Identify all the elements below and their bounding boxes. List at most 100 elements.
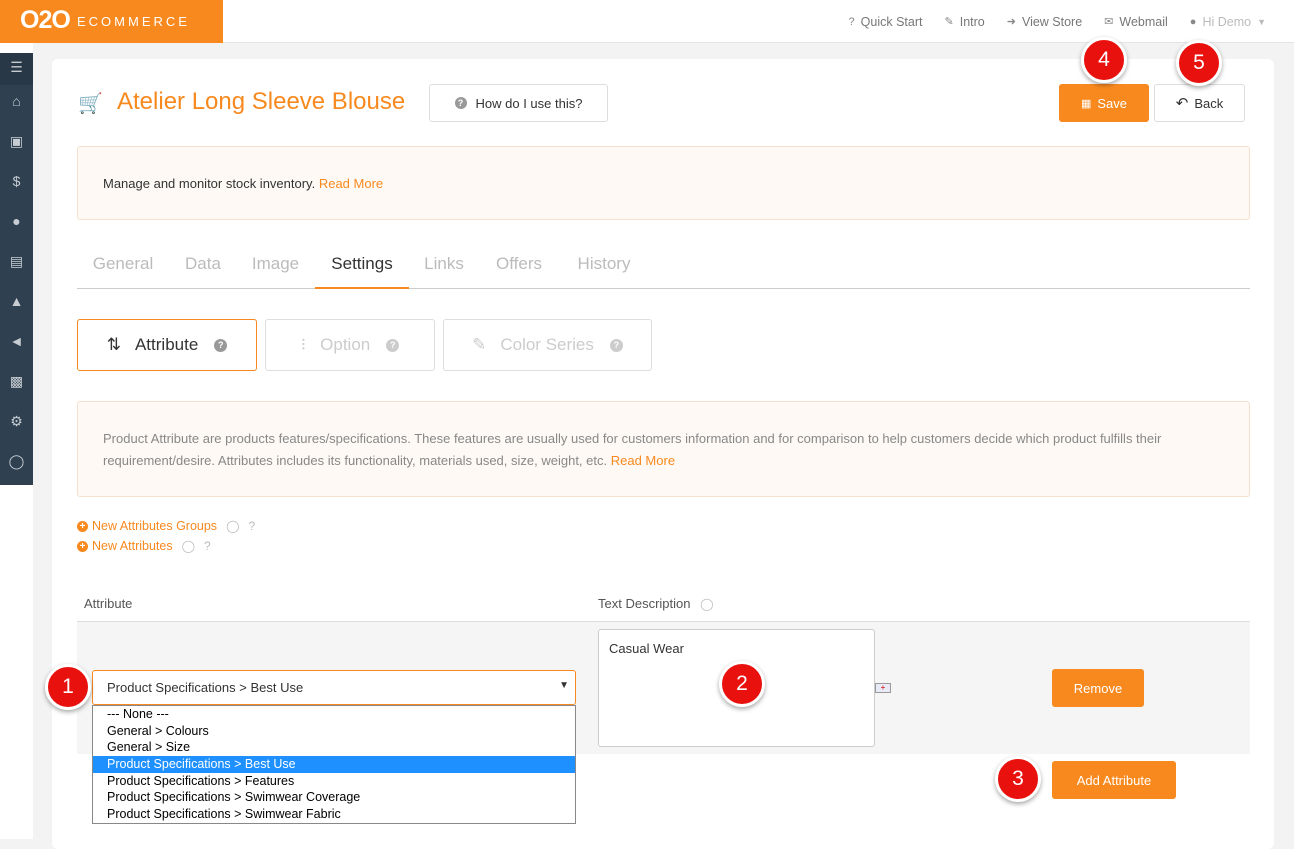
comment-icon[interactable]: ◯ bbox=[226, 519, 239, 533]
nav-label: View Store bbox=[1021, 14, 1083, 29]
attribute-select-value: Product Specifications > Best Use bbox=[107, 680, 304, 695]
dropdown-option[interactable]: General > Colours bbox=[93, 723, 575, 740]
tab-links[interactable]: Links bbox=[409, 242, 479, 289]
nav-quick-start[interactable]: ? Quick Start bbox=[849, 15, 923, 29]
tab-general[interactable]: General bbox=[77, 242, 169, 289]
user-menu[interactable]: ● Hi Demo ▼ bbox=[1190, 15, 1266, 29]
user-icon: ● bbox=[1189, 15, 1197, 28]
hamburger-icon: ☰ bbox=[10, 59, 23, 75]
read-more-link[interactable]: Read More bbox=[611, 453, 675, 468]
cogs-icon[interactable]: ⚙ bbox=[0, 413, 33, 430]
callout-badge-3: 3 bbox=[995, 756, 1041, 802]
question-circle-icon[interactable]: ? bbox=[386, 338, 400, 352]
cart-icon: 🛒 bbox=[78, 93, 103, 115]
sort-amount-icon: ⇅ bbox=[106, 335, 121, 354]
question-circle-icon[interactable]: ? bbox=[214, 338, 228, 352]
help-button-label: How do I use this? bbox=[475, 95, 583, 111]
nav-view-store[interactable]: ➜ View Store bbox=[1007, 15, 1082, 29]
column-header-label: Text Description bbox=[598, 596, 691, 611]
uk-flag-icon: + bbox=[875, 683, 891, 693]
comment-icon[interactable]: ◯ bbox=[182, 539, 195, 553]
cart-icon[interactable]: ▣ bbox=[0, 133, 33, 150]
question-circle-icon[interactable]: ? bbox=[609, 338, 623, 352]
save-icon: ▦ bbox=[1080, 97, 1092, 110]
question-circle-icon[interactable]: ? bbox=[204, 539, 211, 553]
callout-badge-4: 4 bbox=[1081, 37, 1127, 83]
nav-label: Quick Start bbox=[860, 14, 923, 29]
comment-icon[interactable]: ◯ bbox=[700, 597, 713, 611]
dropdown-option[interactable]: Product Specifications > Swimwear Fabric bbox=[93, 806, 575, 823]
logo-sub-text: ECOMMERCE bbox=[77, 14, 190, 29]
subtab-label: Color Series bbox=[500, 335, 594, 354]
nav-label: Intro bbox=[959, 14, 985, 29]
save-button-label: Save bbox=[1097, 95, 1128, 111]
logo-main-text: O2O bbox=[20, 6, 71, 34]
tab-settings[interactable]: Settings bbox=[315, 242, 409, 289]
user-label: Hi Demo bbox=[1202, 14, 1252, 29]
chevron-down-icon: ▼ bbox=[1257, 16, 1266, 27]
bullhorn-icon[interactable]: ◄ bbox=[0, 333, 33, 349]
dollar-icon[interactable]: $ bbox=[0, 173, 33, 189]
braille-icon: ⁝ bbox=[300, 335, 307, 354]
plus-circle-icon: + bbox=[77, 540, 88, 552]
tab-offers[interactable]: Offers bbox=[479, 242, 559, 289]
column-header-text-description: Text Description ◯ bbox=[598, 596, 714, 611]
help-button[interactable]: ? How do I use this? bbox=[429, 84, 608, 122]
dropdown-option[interactable]: Product Specifications > Features bbox=[93, 773, 575, 790]
page-title: Atelier Long Sleeve Blouse bbox=[117, 88, 406, 115]
question-icon: ? bbox=[848, 15, 855, 28]
dropdown-option[interactable]: Product Specifications > Swimwear Covera… bbox=[93, 789, 575, 806]
sign-in-icon: ➜ bbox=[1006, 16, 1016, 28]
book-icon[interactable]: ▤ bbox=[0, 253, 33, 270]
attribute-dropdown-list: --- None --- General > Colours General >… bbox=[92, 705, 576, 824]
attribute-info-box: Product Attribute are products features/… bbox=[77, 401, 1250, 497]
dropdown-option[interactable]: --- None --- bbox=[93, 706, 575, 723]
column-header-attribute: Attribute bbox=[84, 596, 133, 611]
new-attributes-groups-link[interactable]: + New Attributes Groups ◯ ? bbox=[77, 519, 255, 533]
new-attributes-label: New Attributes bbox=[92, 539, 173, 553]
nav-intro[interactable]: ✎ Intro bbox=[945, 15, 985, 29]
attribute-select[interactable]: Product Specifications > Best Use ▼ bbox=[92, 670, 576, 705]
nav-webmail[interactable]: ✉ Webmail bbox=[1104, 15, 1168, 29]
tab-history[interactable]: History bbox=[559, 242, 649, 289]
callout-badge-1: 1 bbox=[45, 664, 91, 710]
user-icon[interactable]: ● bbox=[0, 213, 33, 229]
product-tabs: General Data Image Settings Links Offers… bbox=[77, 242, 1250, 289]
dropdown-option[interactable]: General > Size bbox=[93, 739, 575, 756]
stock-info-text: Manage and monitor stock inventory. bbox=[103, 176, 316, 191]
subtab-color-series[interactable]: ✎ Color Series ? bbox=[443, 319, 652, 371]
reply-arrow-icon: ↶ bbox=[1175, 95, 1189, 112]
paint-brush-icon: ✎ bbox=[472, 335, 487, 354]
add-attribute-button[interactable]: Add Attribute bbox=[1052, 761, 1176, 799]
comment-icon[interactable]: ◯ bbox=[0, 453, 33, 470]
dropdown-option[interactable]: Product Specifications > Best Use bbox=[93, 756, 575, 773]
question-circle-icon[interactable]: ? bbox=[249, 519, 256, 533]
remove-button[interactable]: Remove bbox=[1052, 669, 1144, 707]
save-button[interactable]: ▦ Save bbox=[1059, 84, 1149, 122]
subtab-label: Option bbox=[320, 335, 371, 354]
subtab-option[interactable]: ⁝ Option ? bbox=[265, 319, 435, 371]
new-attributes-link[interactable]: + New Attributes ◯ ? bbox=[77, 539, 211, 553]
subtab-attribute[interactable]: ⇅ Attribute ? bbox=[77, 319, 257, 371]
subtab-label: Attribute bbox=[134, 335, 199, 354]
back-button[interactable]: ↶ Back bbox=[1154, 84, 1245, 122]
magic-wand-icon: ✎ bbox=[944, 16, 954, 28]
back-button-label: Back bbox=[1194, 95, 1224, 111]
chevron-down-icon: ▼ bbox=[559, 680, 569, 691]
top-nav: ? Quick Start ✎ Intro ➜ View Store ✉ Web… bbox=[827, 0, 1266, 43]
envelope-icon: ✉ bbox=[1104, 16, 1114, 28]
home-icon[interactable]: ⌂ bbox=[0, 93, 33, 109]
plus-circle-icon: + bbox=[77, 520, 88, 532]
tab-data[interactable]: Data bbox=[169, 242, 237, 289]
bar-chart-icon[interactable]: ▩ bbox=[0, 373, 33, 390]
sidebar: ☰ ⌂ ▣ $ ● ▤ ▲ ◄ ▩ ⚙ ◯ bbox=[0, 43, 33, 839]
nav-label: Webmail bbox=[1119, 14, 1168, 29]
stock-info-box: Manage and monitor stock inventory. Read… bbox=[77, 146, 1250, 220]
callout-badge-5: 5 bbox=[1176, 40, 1222, 86]
read-more-link[interactable]: Read More bbox=[319, 176, 383, 191]
brand-logo[interactable]: O2O ECOMMERCE bbox=[0, 0, 223, 43]
menu-toggle[interactable]: ☰ bbox=[0, 53, 33, 85]
new-groups-label: New Attributes Groups bbox=[92, 519, 218, 533]
tab-image[interactable]: Image bbox=[237, 242, 314, 289]
thumbs-up-icon[interactable]: ▲ bbox=[0, 293, 33, 309]
